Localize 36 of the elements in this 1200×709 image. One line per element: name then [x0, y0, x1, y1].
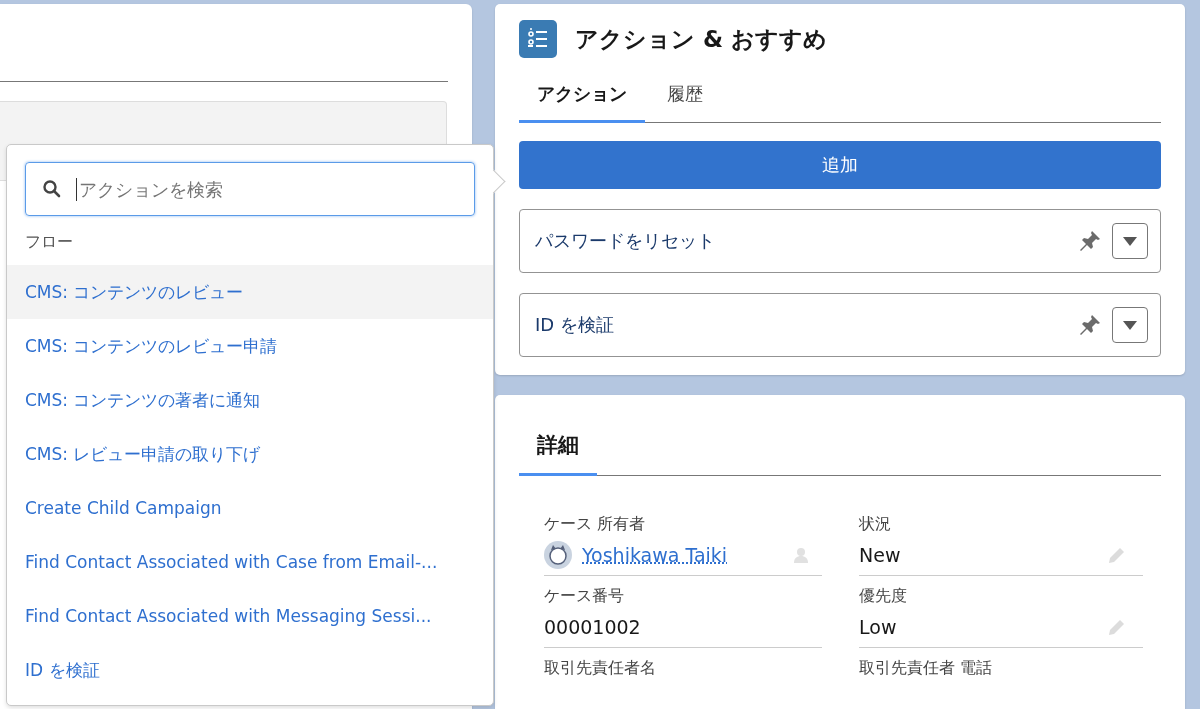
tab[interactable]: アクション [519, 82, 645, 123]
user-link[interactable]: Yoshikawa Taiki [582, 544, 782, 566]
list-icon [519, 20, 557, 58]
field-label: ケース番号 [544, 585, 625, 607]
action-option[interactable]: Create Child Campaign [7, 481, 493, 535]
field-label: 取引先責任者 電話 [859, 657, 994, 679]
action-link[interactable]: パスワードをリセット [535, 229, 1078, 253]
pin-icon[interactable] [1078, 313, 1102, 337]
field-label: 状況 [859, 513, 892, 535]
action-option[interactable]: ID を検証 [7, 643, 493, 697]
action-link[interactable]: ID を検証 [535, 313, 1078, 337]
action-option[interactable]: CMS: コンテンツのレビュー申請 [7, 319, 493, 373]
action-option[interactable]: CMS: コンテンツのレビュー [7, 265, 493, 319]
field-label: 優先度 [859, 585, 908, 607]
search-field[interactable]: アクションを検索 [25, 162, 475, 216]
field-value: 00001002 [544, 616, 642, 638]
action-option[interactable]: CMS: コンテンツの著者に通知 [7, 373, 493, 427]
dropdown-button[interactable] [1112, 223, 1148, 259]
search-icon [42, 179, 62, 199]
field-label: ケース 所有者 [544, 513, 647, 535]
action-option[interactable]: Find Contact Associated with Case from Email-... [7, 535, 493, 589]
field-label: 取引先責任者名 [544, 657, 657, 679]
action-option[interactable]: CMS: レビュー申請の取り下げ [7, 427, 493, 481]
dropdown-button[interactable] [1112, 307, 1148, 343]
tab[interactable]: 詳細 [519, 431, 597, 476]
pin-icon[interactable] [1078, 229, 1102, 253]
caret-icon [1123, 236, 1137, 246]
add-button[interactable]: 追加 [519, 141, 1161, 189]
field-value: New [859, 544, 902, 566]
action-option[interactable]: Find Contact Associated with Messaging Sessi... [7, 589, 493, 643]
field-value: Low [859, 616, 898, 638]
caret-icon [1123, 320, 1137, 330]
panel-title: アクション & おすすめ [575, 24, 828, 54]
section-heading: フロー [24, 231, 74, 253]
tab[interactable]: 履歴 [649, 82, 721, 123]
avatar-icon [544, 541, 572, 569]
